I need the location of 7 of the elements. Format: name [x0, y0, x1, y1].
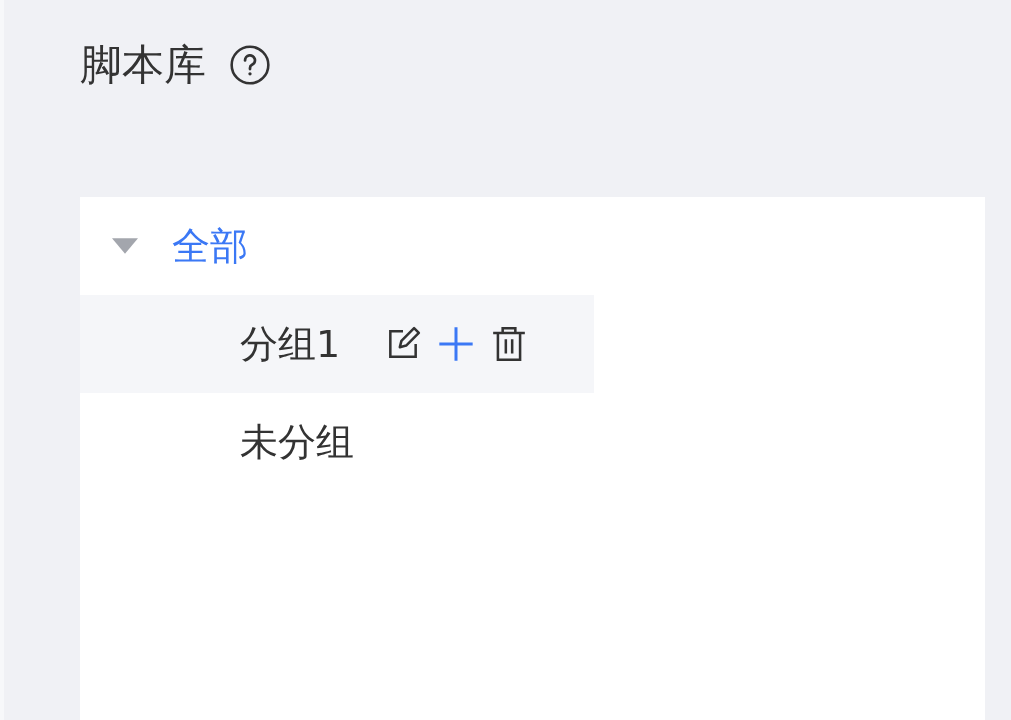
tree-item[interactable]: 未分组: [240, 416, 354, 468]
tree-item[interactable]: 分组1: [240, 318, 341, 370]
tree-row[interactable]: 分组1: [80, 295, 594, 393]
page-title: 脚本库: [80, 40, 206, 90]
help-icon[interactable]: [228, 43, 272, 87]
tree-row[interactable]: 未分组: [80, 393, 594, 491]
tree-item[interactable]: 全部: [172, 220, 248, 272]
